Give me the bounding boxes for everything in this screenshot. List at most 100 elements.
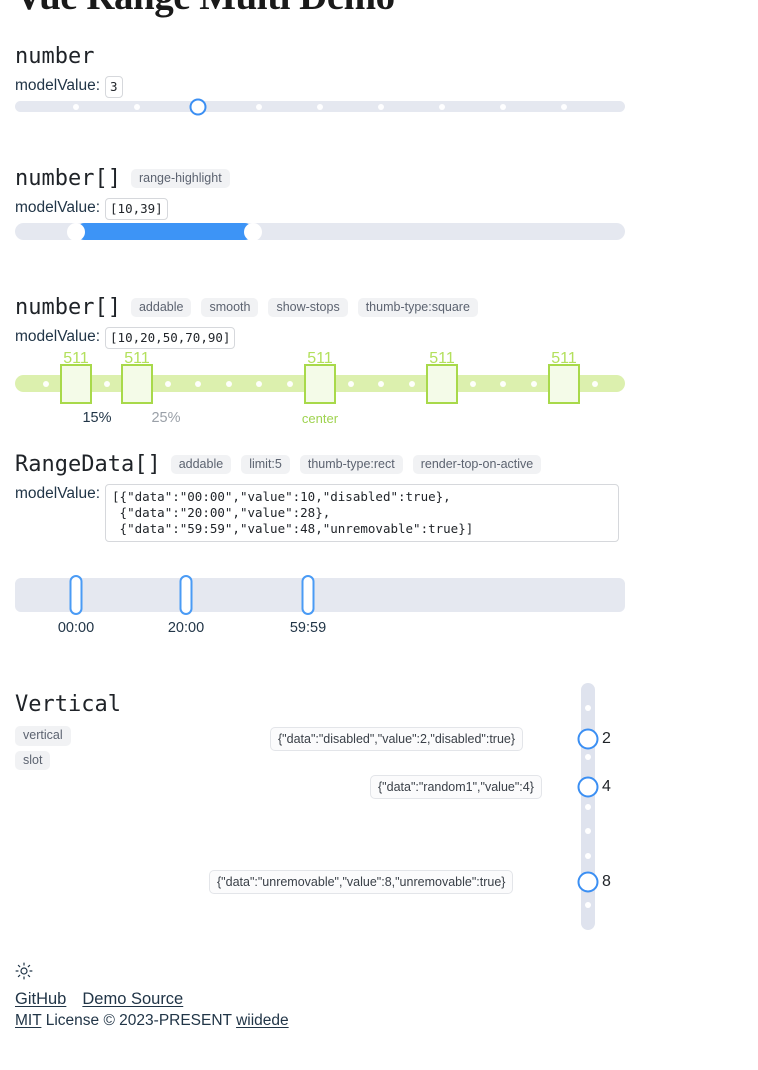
vertical-slider-thumb[interactable] xyxy=(577,776,599,798)
section-header-vertical: Vertical xyxy=(15,692,121,717)
model-value-box: [{"data":"00:00","value":10,"disabled":t… xyxy=(105,484,620,542)
section-chip-vertical: vertical xyxy=(15,726,71,746)
section-header-number: number xyxy=(15,44,94,69)
slider-thumb-square[interactable] xyxy=(304,363,336,404)
section-header-number-array-stops: number[] addable smooth show-stops thumb… xyxy=(15,295,478,320)
thumb-top-label: 511 xyxy=(551,350,577,367)
slider-tick-label: 20:00 xyxy=(167,620,205,636)
model-value-row-rangedata: modelValue: [{"data":"00:00","value":10,… xyxy=(15,484,620,542)
model-value-label: modelValue: xyxy=(15,485,101,502)
rail-stop xyxy=(439,103,445,110)
slider-rail-green[interactable] xyxy=(15,363,625,404)
slider-thumb-square[interactable] xyxy=(548,363,580,404)
slider-tick-label: 59:59 xyxy=(289,620,327,636)
rail-stop xyxy=(585,828,591,835)
demo-page: Vue Range Multi Demo number modelValue: … xyxy=(0,0,758,1070)
license-line: MIT License © 2023-PRESENT wiidede xyxy=(15,1012,289,1030)
section-chip-thumb-type: thumb-type:rect xyxy=(299,454,403,475)
section-title: number[] xyxy=(15,295,121,320)
rail-stop xyxy=(500,380,506,387)
section-chip-show-stops: show-stops xyxy=(268,297,348,318)
slider-tick-label: center xyxy=(301,411,339,426)
github-link[interactable]: GitHub xyxy=(15,990,66,1009)
model-value-box: [10,39] xyxy=(105,198,168,220)
section-title: RangeData[] xyxy=(15,452,161,477)
rail-stop xyxy=(286,380,293,387)
rail-stop xyxy=(164,380,171,387)
section-chip: range-highlight xyxy=(130,168,230,189)
slider-tick-label: 25% xyxy=(151,410,181,426)
model-value-label: modelValue: xyxy=(15,77,101,94)
range-highlight-bar xyxy=(76,223,253,240)
model-value-label: modelValue: xyxy=(15,199,101,216)
vertical-value-label: 2 xyxy=(602,730,611,747)
section-chip-addable: addable xyxy=(130,297,192,318)
section-title: number xyxy=(15,44,95,69)
author-link[interactable]: wiidede xyxy=(236,1012,289,1029)
section-chip-limit: limit:5 xyxy=(241,454,290,475)
thumb-top-label: 511 xyxy=(429,350,455,367)
slider-thumb[interactable] xyxy=(189,98,207,115)
vertical-value-label: 4 xyxy=(602,778,611,795)
vertical-value-label: 8 xyxy=(602,873,611,890)
mit-license-link[interactable]: MIT xyxy=(15,1012,41,1029)
vertical-slot-content: {"data":"random1","value":4} xyxy=(370,775,542,799)
model-value-row-number: modelValue: 3 xyxy=(15,76,123,98)
rail-stop xyxy=(585,902,591,909)
rail-stop xyxy=(585,852,591,859)
rail-stop xyxy=(585,704,591,711)
sun-icon[interactable] xyxy=(15,962,33,985)
rail-stop xyxy=(103,380,110,387)
rail-stop xyxy=(347,380,354,387)
vertical-chips: vertical slot xyxy=(15,726,71,770)
section-header-rangedata: RangeData[] addable limit:5 thumb-type:r… xyxy=(15,452,542,477)
vertical-slider-thumb[interactable] xyxy=(577,871,599,893)
section-chip-smooth: smooth xyxy=(201,297,259,318)
footer xyxy=(15,962,33,985)
section-chip-render-top: render-top-on-active xyxy=(412,454,542,475)
rail-stop xyxy=(42,380,49,387)
footer-links: GitHub Demo Source MIT License © 2023-PR… xyxy=(15,990,289,1030)
page-title: Vue Range Multi Demo xyxy=(15,0,395,19)
slider-tick-label: 15% xyxy=(82,410,112,426)
slider-rail-number[interactable] xyxy=(15,98,625,115)
rail-stop xyxy=(591,380,598,387)
rail-stop xyxy=(378,103,384,110)
slider-rail-range-highlight[interactable] xyxy=(15,222,625,241)
section-header-number-array: number[] range-highlight xyxy=(15,166,230,191)
rail-stop xyxy=(530,380,537,387)
vertical-slider-rail[interactable] xyxy=(577,683,599,930)
slider-rail-rangedata[interactable] xyxy=(15,575,625,615)
model-value-row-number-array-stops: modelValue: [10,20,50,70,90] xyxy=(15,327,236,349)
slider-thumb-rect-unremovable[interactable] xyxy=(301,575,315,615)
model-value-label: modelValue: xyxy=(15,328,101,345)
section-chip-slot: slot xyxy=(15,750,51,770)
vertical-slider-thumb[interactable] xyxy=(577,728,599,750)
rail-stop xyxy=(256,380,262,387)
demo-source-link[interactable]: Demo Source xyxy=(82,990,183,1009)
slider-thumb-square[interactable] xyxy=(60,363,92,404)
rail-stop xyxy=(378,380,384,387)
rail-stop xyxy=(561,103,567,110)
slider-thumb-rect[interactable] xyxy=(179,575,193,615)
rail-stop xyxy=(134,103,140,110)
slider-thumb-rect-disabled[interactable] xyxy=(69,575,83,615)
slider-thumb-square[interactable] xyxy=(121,363,153,404)
rail-stop xyxy=(317,103,323,110)
slider-thumb-lower[interactable] xyxy=(67,222,85,241)
slider-thumb-upper[interactable] xyxy=(243,222,262,241)
rail-stop xyxy=(585,803,591,810)
rail-stop xyxy=(408,380,415,387)
section-chip-thumb-type: thumb-type:square xyxy=(357,297,478,318)
rail-stop xyxy=(585,754,591,761)
slider-thumb-square[interactable] xyxy=(426,363,458,404)
rail-stop xyxy=(469,380,476,387)
rail-stop xyxy=(73,103,79,110)
rail-stop xyxy=(256,103,262,110)
vertical-slot-content: {"data":"unremovable","value":8,"unremov… xyxy=(209,870,514,894)
thumb-top-label: 511 xyxy=(124,350,150,367)
rail-stop xyxy=(195,380,201,387)
section-title: Vertical xyxy=(15,692,121,717)
model-value-box: 3 xyxy=(105,76,123,98)
vertical-slot-content: {"data":"disabled","value":2,"disabled":… xyxy=(270,727,524,751)
